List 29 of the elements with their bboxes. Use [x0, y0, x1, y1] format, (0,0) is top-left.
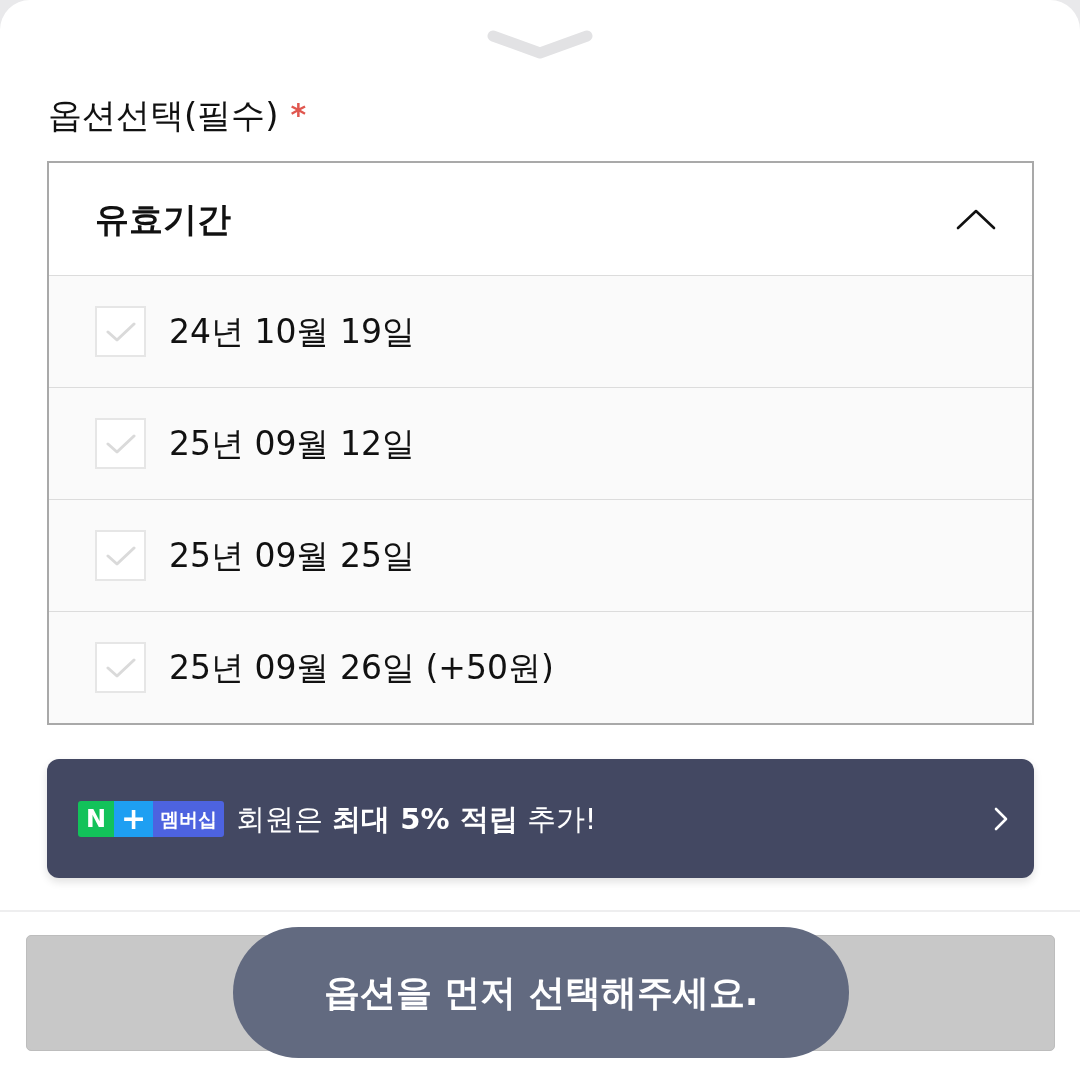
check-icon	[105, 432, 136, 455]
option-label: 25년 09월 12일	[169, 422, 415, 465]
checkbox[interactable]	[95, 418, 146, 469]
banner-text: 회원은 최대 5% 적립 추가!	[236, 800, 597, 837]
option-row[interactable]: 25년 09월 25일	[49, 499, 1032, 611]
option-row[interactable]: 25년 09월 26일 (+50원)	[49, 611, 1032, 723]
chevron-right-icon	[994, 806, 1008, 831]
option-row[interactable]: 25년 09월 12일	[49, 387, 1032, 499]
checkbox[interactable]	[95, 306, 146, 357]
notice-toast: 옵션을 먼저 선택해주세요.	[233, 927, 849, 1058]
check-icon	[105, 320, 136, 343]
option-label: 25년 09월 26일 (+50원)	[169, 646, 554, 689]
chevron-up-icon	[956, 208, 996, 230]
required-mark: *	[290, 100, 307, 130]
check-icon	[105, 544, 136, 567]
logo-letter: N	[78, 800, 114, 837]
checkbox[interactable]	[95, 642, 146, 693]
option-label: 옵션선택(필수)	[48, 95, 279, 135]
dropdown-title: 유효기간	[95, 197, 231, 241]
option-row[interactable]: 24년 10월 19일	[49, 275, 1032, 387]
plus-sign: +	[114, 800, 153, 837]
checkbox[interactable]	[95, 530, 146, 581]
badge-label: 멤버십	[153, 800, 224, 837]
option-label: 25년 09월 25일	[169, 534, 415, 577]
membership-banner[interactable]: N + 멤버십 회원은 최대 5% 적립 추가!	[47, 759, 1034, 878]
dropdown-header[interactable]: 유효기간	[49, 163, 1032, 275]
check-icon	[105, 656, 136, 679]
sheet-handle-icon[interactable]	[487, 28, 593, 60]
option-label: 24년 10월 19일	[169, 310, 415, 353]
